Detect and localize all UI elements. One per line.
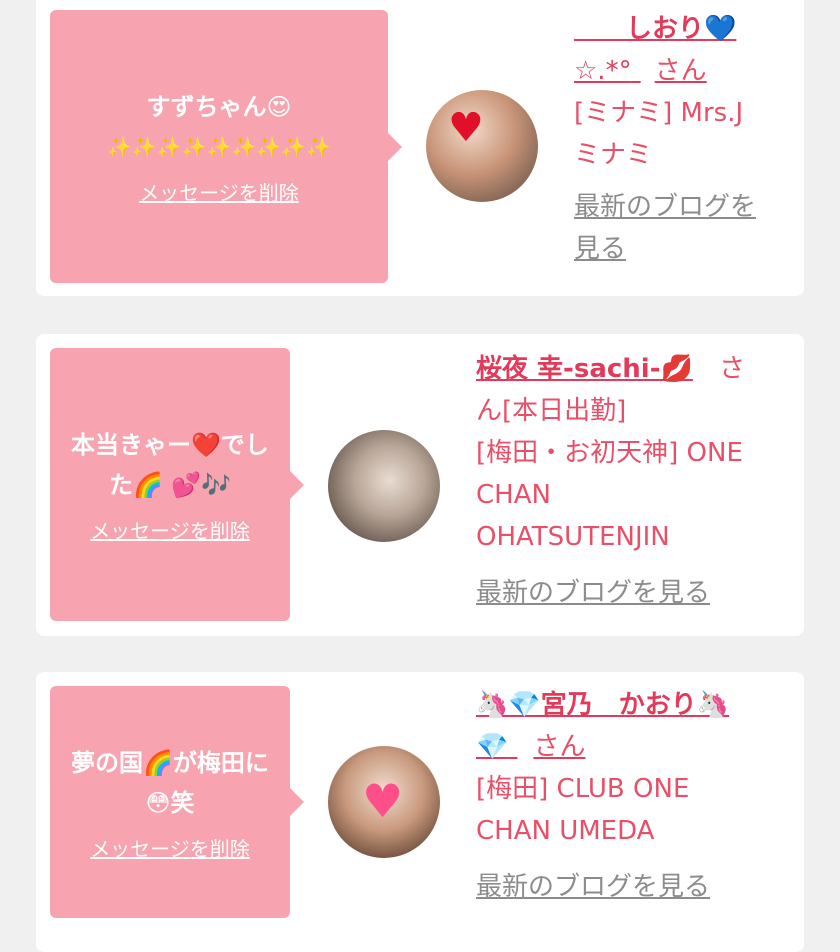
name-text: 🦄💎宮乃 かおり🦄 [476,690,730,720]
shop-line: [梅田・お初天神] ONE [476,438,743,468]
girl-name-link[interactable]: しおり💙 ☆.*° さん [574,8,794,92]
avatar[interactable]: ♥ [426,90,538,202]
shop-name: [梅田・お初天神] ONE CHAN OHATSUTENJIN [476,432,786,558]
message-line: た🌈 💕🎶 [108,471,231,499]
shop-line: OHATSUTENJIN [476,522,670,552]
avatar[interactable] [328,430,440,542]
shop-line: [ミナミ] Mrs.J [574,98,744,128]
message-text: 夢の国🌈が梅田に 😳笑 [63,743,277,823]
blog-line: 最新のブログを [574,192,757,222]
name-text: ☆.*° [574,56,632,86]
girl-name-link[interactable]: 桜夜 幸-sachi-💋 [476,354,693,384]
delete-message-link[interactable]: メッセージを削除 [139,177,299,206]
message-line: すずちゃん😍 [146,93,292,121]
name-text: しおり💙 [574,14,737,44]
message-bubble: 本当きゃー❤️でし た🌈 💕🎶 メッセージを削除 [50,348,304,621]
latest-blog-link[interactable]: 最新のブログを見る [476,572,786,614]
message-line: ✨✨✨✨✨✨✨✨✨ [106,135,332,159]
name-text: 💎 [476,732,509,762]
message-card-1: すずちゃん😍 ✨✨✨✨✨✨✨✨✨ メッセージを削除 ♥ しおり💙 ☆.*° さん… [36,0,804,296]
pink-heart-icon: ♥ [362,774,404,828]
honorific: ん [476,396,503,426]
message-card-2: 本当きゃー❤️でし た🌈 💕🎶 メッセージを削除 桜夜 幸-sachi-💋 さ … [36,334,804,636]
delete-message-link[interactable]: メッセージを削除 [90,833,250,862]
message-card-3: 夢の国🌈が梅田に 😳笑 メッセージを削除 ♥ 🦄💎宮乃 かおり🦄 💎 さん [梅… [36,672,804,952]
blog-line: 見る [574,234,627,264]
shop-name: [梅田] CLUB ONE CHAN UMEDA [476,768,786,852]
message-text: 本当きゃー❤️でし た🌈 💕🎶 [63,425,277,505]
honorific: さん [533,732,586,762]
honorific: さ [719,354,746,384]
message-line: 😳笑 [145,788,195,817]
message-text: すずちゃん😍 ✨✨✨✨✨✨✨✨✨ [99,87,339,167]
heart-icon: ♥ [448,105,484,151]
girl-name-link[interactable]: 🦄💎宮乃 かおり🦄 💎 さん [476,684,786,768]
message-line: 本当きゃー❤️でし [71,431,269,459]
avatar[interactable]: ♥ [328,746,440,858]
message-bubble: 夢の国🌈が梅田に 😳笑 メッセージを削除 [50,686,304,918]
profile-info: しおり💙 ☆.*° さん [ミナミ] Mrs.J ミナミ 最新のブログを 見る [574,8,794,270]
profile-info: 桜夜 幸-sachi-💋 さ ん[本日出勤] [梅田・お初天神] ONE CHA… [476,348,786,614]
shop-line: CHAN UMEDA [476,816,655,846]
profile-info: 🦄💎宮乃 かおり🦄 💎 さん [梅田] CLUB ONE CHAN UMEDA … [476,684,786,908]
latest-blog-link[interactable]: 最新のブログを 見る [574,186,794,270]
shop-line: CHAN [476,480,551,510]
shop-line: ミナミ [574,140,653,170]
delete-message-link[interactable]: メッセージを削除 [90,515,250,544]
latest-blog-link[interactable]: 最新のブログを見る [476,866,786,908]
shop-name: [ミナミ] Mrs.J ミナミ [574,92,794,176]
shop-line: [梅田] CLUB ONE [476,774,690,804]
honorific: さん [654,56,707,86]
message-bubble: すずちゃん😍 ✨✨✨✨✨✨✨✨✨ メッセージを削除 [50,10,402,283]
status-badge: [本日出勤] [502,396,627,426]
message-line: 夢の国🌈が梅田に [71,748,269,777]
